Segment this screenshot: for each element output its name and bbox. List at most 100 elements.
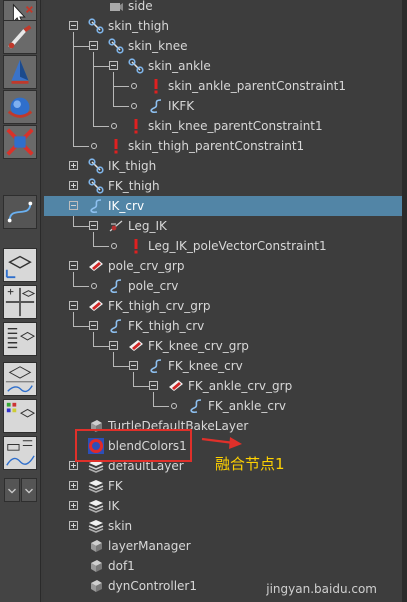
toolbar-menu-button-left[interactable] — [4, 478, 20, 502]
outliner-row-label: Leg_IK — [128, 219, 167, 233]
node-icon — [88, 538, 104, 554]
toolbar-menu-icon — [5, 479, 19, 501]
collapse-toggle[interactable] — [89, 221, 98, 230]
toolbar-menu-button-right[interactable] — [21, 478, 37, 502]
outliner-row[interactable]: FK_thigh_crv_grp — [44, 296, 402, 316]
leaf-dot — [171, 403, 177, 409]
collapse-toggle[interactable] — [89, 321, 98, 330]
expand-toggle[interactable] — [69, 161, 78, 170]
collapse-toggle[interactable] — [69, 21, 78, 30]
outliner-row[interactable]: layerManager — [44, 536, 402, 556]
outliner-row[interactable]: skin_thigh_parentConstraint1 — [44, 136, 402, 156]
curve-icon — [188, 398, 204, 414]
outliner-row[interactable]: skin_thigh — [44, 16, 402, 36]
layout-outliner-button[interactable] — [3, 322, 37, 356]
outliner-row-label: skin — [108, 519, 133, 533]
paint-tool-button[interactable] — [3, 20, 37, 54]
joint-icon — [108, 38, 124, 54]
outliner-row[interactable]: FK_knee_crv_grp — [44, 336, 402, 356]
joint-icon — [128, 58, 144, 74]
layout-single-icon — [4, 249, 36, 281]
outliner-row[interactable]: FK_knee_crv — [44, 356, 402, 376]
group-icon — [88, 258, 104, 274]
outliner-row[interactable]: skin_ankle_parentConstraint1 — [44, 76, 402, 96]
group-icon — [88, 298, 104, 314]
outliner-row-label: dynController1 — [108, 579, 197, 593]
watermark: jingyan.baidu.com — [266, 582, 377, 596]
outliner-row[interactable]: FK_thigh_crv — [44, 316, 402, 336]
constraint-icon — [148, 78, 164, 94]
outliner-row[interactable]: IK — [44, 496, 402, 516]
outliner-row[interactable]: FK_thigh — [44, 176, 402, 196]
outliner-row[interactable]: side — [44, 0, 402, 16]
outliner-row[interactable]: skin_knee — [44, 36, 402, 56]
collapse-toggle[interactable] — [109, 341, 118, 350]
outliner-row[interactable]: skin — [44, 516, 402, 536]
outliner-row[interactable]: Leg_IK_poleVectorConstraint1 — [44, 236, 402, 256]
layout-outliner-icon — [4, 323, 36, 355]
collapse-toggle[interactable] — [69, 261, 78, 270]
layout-four-button[interactable] — [3, 285, 37, 319]
curve-tool-icon — [4, 196, 36, 228]
outliner-row-label: skin_knee — [128, 39, 188, 53]
rotate-tool-button[interactable] — [3, 90, 37, 124]
outliner-row-label: skin_ankle_parentConstraint1 — [168, 79, 346, 93]
scale-icon — [4, 126, 36, 158]
layout-hypershade-button[interactable] — [3, 399, 37, 433]
outliner-row[interactable]: pole_crv_grp — [44, 256, 402, 276]
outliner-row-label: IK — [108, 499, 120, 513]
outliner-row-label: FK_thigh_crv — [128, 319, 205, 333]
expand-toggle[interactable] — [69, 501, 78, 510]
outliner-row[interactable]: dof1 — [44, 556, 402, 576]
expand-toggle[interactable] — [69, 521, 78, 530]
outliner-row-label: side — [128, 0, 153, 13]
outliner-row[interactable]: FK_ankle_crv — [44, 396, 402, 416]
joint-icon — [88, 18, 104, 34]
outliner-row[interactable]: Leg_IK — [44, 216, 402, 236]
outliner-row[interactable]: IK_thigh — [44, 156, 402, 176]
layout-graph-editor-button[interactable] — [3, 436, 37, 470]
group-icon — [168, 378, 184, 394]
collapse-toggle[interactable] — [129, 361, 138, 370]
layout-single-button[interactable] — [3, 248, 37, 282]
curve-icon — [148, 98, 164, 114]
outliner-row[interactable]: skin_ankle — [44, 56, 402, 76]
layout-hypershade-icon — [4, 400, 36, 432]
toolbar-menu-icon — [22, 479, 36, 501]
collapse-toggle[interactable] — [89, 41, 98, 50]
outliner-row[interactable]: FK — [44, 476, 402, 496]
outliner-row-label: skin_thigh — [108, 19, 170, 33]
curve-icon — [148, 358, 164, 374]
scale-tool-button[interactable] — [3, 125, 37, 159]
outliner-row[interactable]: IK_crv — [44, 196, 402, 216]
annotation-highlight-box — [75, 429, 192, 462]
expand-toggle[interactable] — [69, 181, 78, 190]
outliner-row-label: skin_thigh_parentConstraint1 — [128, 139, 305, 153]
outliner-row[interactable]: IKFK — [44, 96, 402, 116]
outliner-row-label: FK_thigh_crv_grp — [108, 299, 211, 313]
node-icon — [88, 578, 104, 594]
outliner-row[interactable]: pole_crv — [44, 276, 402, 296]
expand-toggle[interactable] — [69, 461, 78, 470]
outliner-row[interactable]: skin_knee_parentConstraint1 — [44, 116, 402, 136]
curve-tool-button[interactable] — [3, 195, 37, 229]
layer-icon — [88, 478, 104, 494]
outliner-row-label: skin_ankle — [148, 59, 211, 73]
curve-icon — [108, 318, 124, 334]
outliner-row-label: pole_crv — [128, 279, 179, 293]
outliner-scrollbar[interactable] — [402, 0, 407, 602]
collapse-toggle[interactable] — [69, 201, 78, 210]
move-tool-button[interactable] — [3, 55, 37, 89]
curve-icon — [88, 198, 104, 214]
outliner-row[interactable]: FK_ankle_crv_grp — [44, 376, 402, 396]
layout-graph-button[interactable] — [3, 362, 37, 396]
collapse-toggle[interactable] — [109, 61, 118, 70]
collapse-toggle[interactable] — [69, 301, 78, 310]
outliner-row-label: dof1 — [108, 559, 135, 573]
curve-icon — [108, 278, 124, 294]
expand-toggle[interactable] — [69, 481, 78, 490]
collapse-toggle[interactable] — [149, 381, 158, 390]
layer-icon — [88, 518, 104, 534]
leaf-dot — [131, 103, 137, 109]
group-icon — [128, 338, 144, 354]
